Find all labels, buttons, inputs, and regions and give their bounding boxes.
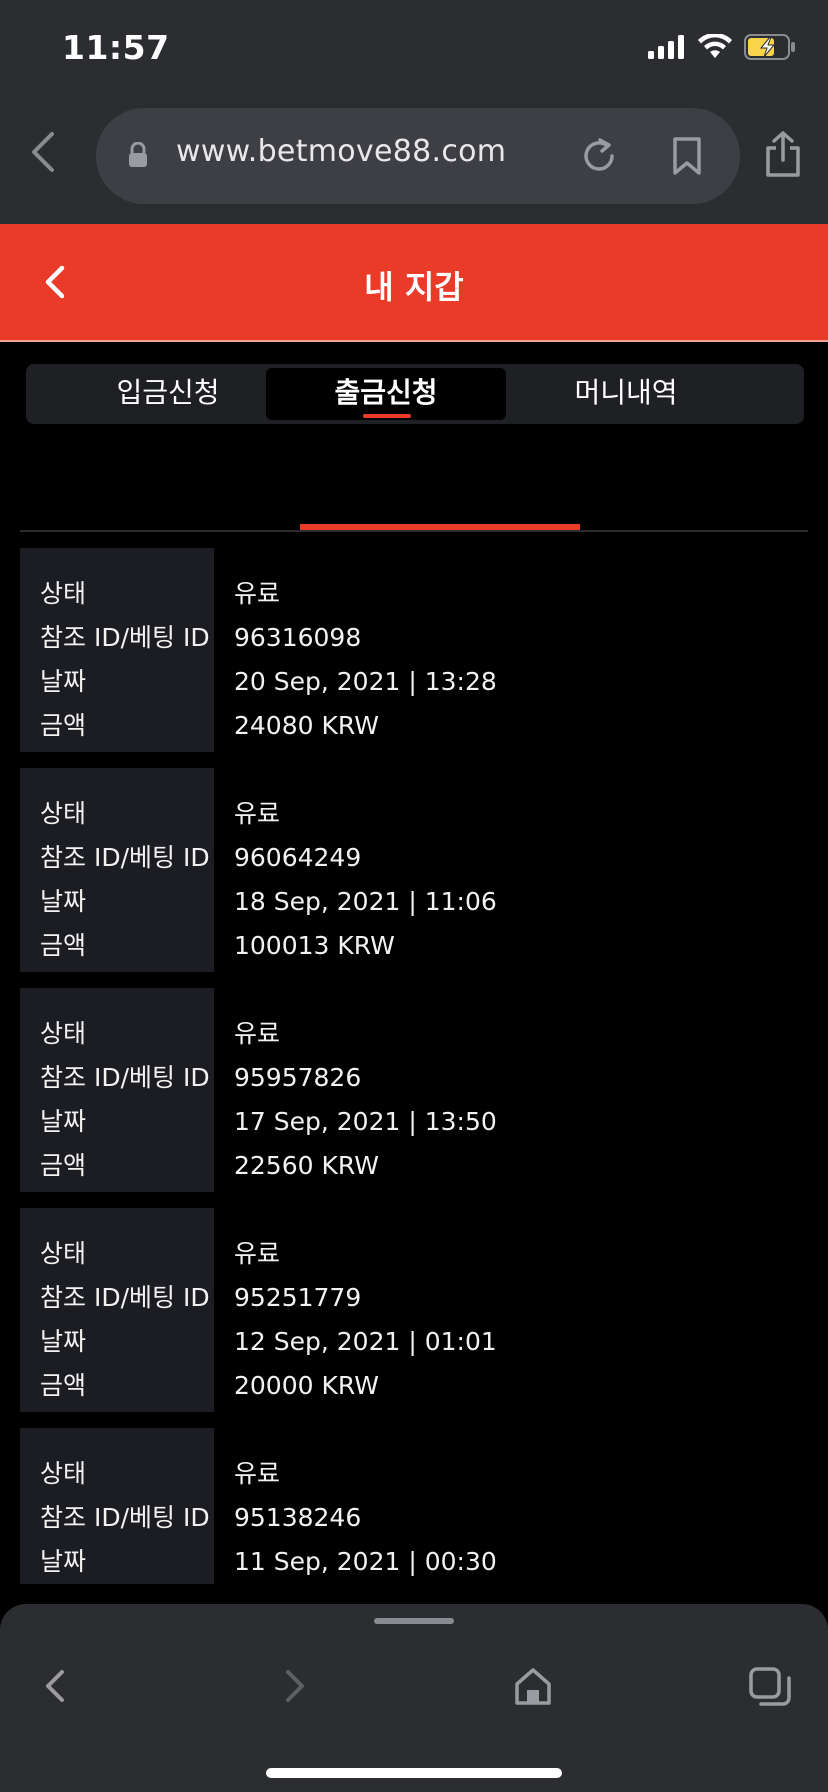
- subtab-area: [0, 440, 828, 532]
- label-date: 날짜: [40, 667, 87, 696]
- label-date: 날짜: [40, 1547, 87, 1576]
- record-values: 유료 95138246 11 Sep, 2021 | 00:30: [234, 1428, 497, 1584]
- label-date: 날짜: [40, 1327, 87, 1356]
- label-ref-id: 참조 ID/베팅 ID: [40, 1063, 210, 1092]
- tab-deposit-request[interactable]: 입금신청: [48, 368, 288, 420]
- home-indicator: [266, 1768, 562, 1778]
- value-ref-id: 95251779: [234, 1283, 362, 1312]
- browser-bar: www.betmove88.com: [0, 100, 828, 224]
- label-amount: 금액: [40, 1151, 87, 1180]
- record-card: 상태 참조 ID/베팅 ID 날짜 금액 유료 96064249 18 Sep,…: [20, 768, 808, 972]
- record-card: 상태 참조 ID/베팅 ID 날짜 금액 유료 95957826 17 Sep,…: [20, 988, 808, 1192]
- back-chevron-icon[interactable]: [28, 130, 68, 180]
- label-amount: 금액: [40, 1371, 87, 1400]
- value-date: 12 Sep, 2021 | 01:01: [234, 1327, 497, 1356]
- bottom-toolbar: [0, 1604, 828, 1792]
- active-tab-indicator: [363, 414, 411, 418]
- label-ref-id: 참조 ID/베팅 ID: [40, 1503, 210, 1532]
- battery-charging-icon: [744, 34, 796, 64]
- label-ref-id: 참조 ID/베팅 ID: [40, 1283, 210, 1312]
- tabs-icon[interactable]: [748, 1666, 792, 1714]
- value-amount: 24080 KRW: [234, 711, 379, 740]
- record-labels: 상태 참조 ID/베팅 ID 날짜 금액: [20, 548, 214, 752]
- label-status: 상태: [40, 799, 87, 828]
- value-ref-id: 95138246: [234, 1503, 362, 1532]
- record-values: 유료 96064249 18 Sep, 2021 | 11:06 100013 …: [234, 768, 497, 968]
- cellular-signal-icon: [648, 35, 686, 63]
- value-status: 유료: [234, 1459, 281, 1488]
- value-status: 유료: [234, 579, 281, 608]
- home-icon[interactable]: [514, 1666, 552, 1710]
- page-title: 내 지갑: [364, 268, 464, 306]
- forward-icon[interactable]: [280, 1666, 310, 1710]
- record-card: 상태 참조 ID/베팅 ID 날짜 금액 유료 95251779 12 Sep,…: [20, 1208, 808, 1412]
- url-text[interactable]: www.betmove88.com: [176, 134, 506, 169]
- sheet-grabber[interactable]: [374, 1618, 454, 1624]
- value-amount: 20000 KRW: [234, 1371, 379, 1400]
- lock-icon: [128, 141, 148, 172]
- record-values: 유료 95251779 12 Sep, 2021 | 01:01 20000 K…: [234, 1208, 497, 1408]
- value-amount: 22560 KRW: [234, 1151, 379, 1180]
- value-ref-id: 96064249: [234, 843, 362, 872]
- record-labels: 상태 참조 ID/베팅 ID 날짜 금액: [20, 988, 214, 1192]
- label-status: 상태: [40, 1239, 87, 1268]
- status-bar: 11:57: [0, 0, 828, 100]
- label-ref-id: 참조 ID/베팅 ID: [40, 623, 210, 652]
- subtab-divider: [20, 530, 808, 532]
- value-date: 17 Sep, 2021 | 13:50: [234, 1107, 497, 1136]
- bookmark-icon[interactable]: [670, 136, 704, 180]
- subtab-active-indicator: [300, 524, 580, 530]
- share-icon[interactable]: [764, 130, 802, 182]
- value-date: 20 Sep, 2021 | 13:28: [234, 667, 497, 696]
- value-date: 11 Sep, 2021 | 00:30: [234, 1547, 497, 1576]
- label-amount: 금액: [40, 931, 87, 960]
- label-amount: 금액: [40, 711, 87, 740]
- value-ref-id: 96316098: [234, 623, 362, 652]
- record-card: 상태 참조 ID/베팅 ID 날짜 금액 유료 96316098 20 Sep,…: [20, 548, 808, 752]
- record-card: 상태 참조 ID/베팅 ID 날짜 유료 95138246 11 Sep, 20…: [20, 1428, 808, 1584]
- value-date: 18 Sep, 2021 | 11:06: [234, 887, 497, 916]
- value-status: 유료: [234, 1019, 281, 1048]
- record-values: 유료 96316098 20 Sep, 2021 | 13:28 24080 K…: [234, 548, 497, 748]
- app-header: 내 지갑: [0, 224, 828, 342]
- value-amount: 100013 KRW: [234, 931, 395, 960]
- label-date: 날짜: [40, 1107, 87, 1136]
- record-labels: 상태 참조 ID/베팅 ID 날짜 금액: [20, 1208, 214, 1412]
- status-time: 11:57: [62, 28, 170, 67]
- wifi-icon: [698, 32, 732, 64]
- reload-icon[interactable]: [580, 136, 618, 180]
- tab-withdrawal-request[interactable]: 출금신청: [266, 368, 506, 420]
- record-labels: 상태 참조 ID/베팅 ID 날짜 금액: [20, 768, 214, 972]
- segmented-tabs: 입금신청 출금신청 머니내역: [26, 364, 804, 424]
- withdrawal-records: 상태 참조 ID/베팅 ID 날짜 금액 유료 96316098 20 Sep,…: [20, 548, 808, 1600]
- back-icon[interactable]: [40, 1666, 70, 1710]
- label-ref-id: 참조 ID/베팅 ID: [40, 843, 210, 872]
- label-status: 상태: [40, 1019, 87, 1048]
- tab-money-history[interactable]: 머니내역: [506, 368, 746, 420]
- record-values: 유료 95957826 17 Sep, 2021 | 13:50 22560 K…: [234, 988, 497, 1188]
- label-status: 상태: [40, 579, 87, 608]
- value-status: 유료: [234, 1239, 281, 1268]
- url-bar[interactable]: www.betmove88.com: [96, 108, 740, 204]
- value-status: 유료: [234, 799, 281, 828]
- label-date: 날짜: [40, 887, 87, 916]
- tab-withdrawal-label: 출금신청: [334, 376, 438, 409]
- status-icons: [648, 32, 796, 64]
- record-labels: 상태 참조 ID/베팅 ID 날짜: [20, 1428, 214, 1584]
- label-status: 상태: [40, 1459, 87, 1488]
- page: 11:57 www.betmove88.com 내 지갑 입금신청 출금신청 머…: [0, 0, 828, 1792]
- value-ref-id: 95957826: [234, 1063, 362, 1092]
